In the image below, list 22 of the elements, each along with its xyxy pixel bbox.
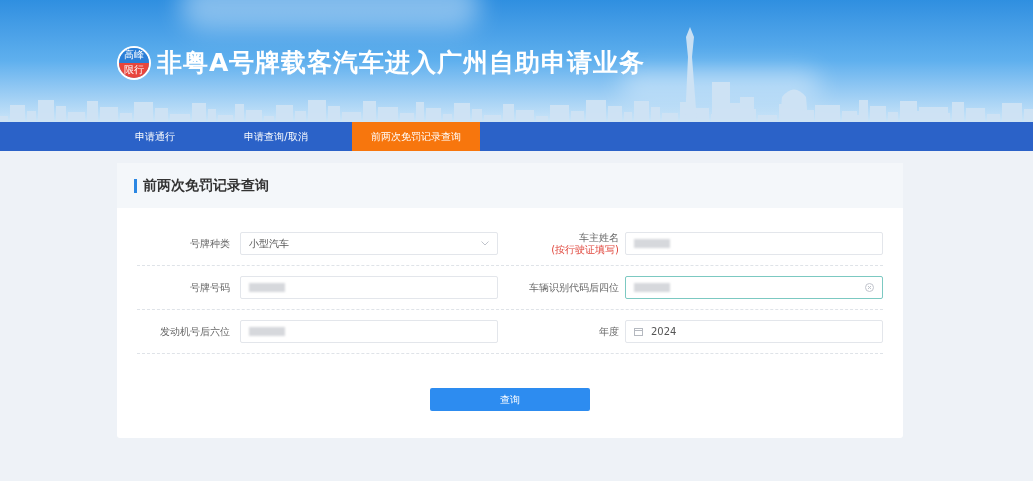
field-label: 发动机号后六位 [160,325,230,338]
field-label: 号牌号码 [190,281,230,294]
field-note: (按行驶证填写) [551,243,619,256]
page-title: 非粤A号牌载客汽车进入广州自助申请业务 [157,47,646,79]
calendar-icon [634,327,643,336]
field-label: 车主姓名 [579,231,619,244]
field-value: 小型汽车 [249,237,289,251]
field-value: 2024 [651,325,677,339]
chevron-down-icon [481,241,489,246]
field-label: 年度 [599,325,619,338]
year-field[interactable]: 2024 [625,320,883,343]
field-label: 号牌种类 [190,237,230,250]
form-title: 前两次免罚记录查询 [143,176,269,195]
clear-icon[interactable] [865,283,874,292]
nav-tab[interactable]: 申请通行 [100,122,210,151]
accent-bar [134,178,137,193]
input-field[interactable] [625,276,883,299]
field-label: 车辆识别代码后四位 [529,281,619,294]
select-field[interactable]: 小型汽车 [240,232,498,255]
badge-top-text: 高峰 [119,47,149,63]
nav-tab[interactable]: 申请查询/取消 [210,122,342,151]
query-button[interactable]: 查询 [430,388,590,411]
